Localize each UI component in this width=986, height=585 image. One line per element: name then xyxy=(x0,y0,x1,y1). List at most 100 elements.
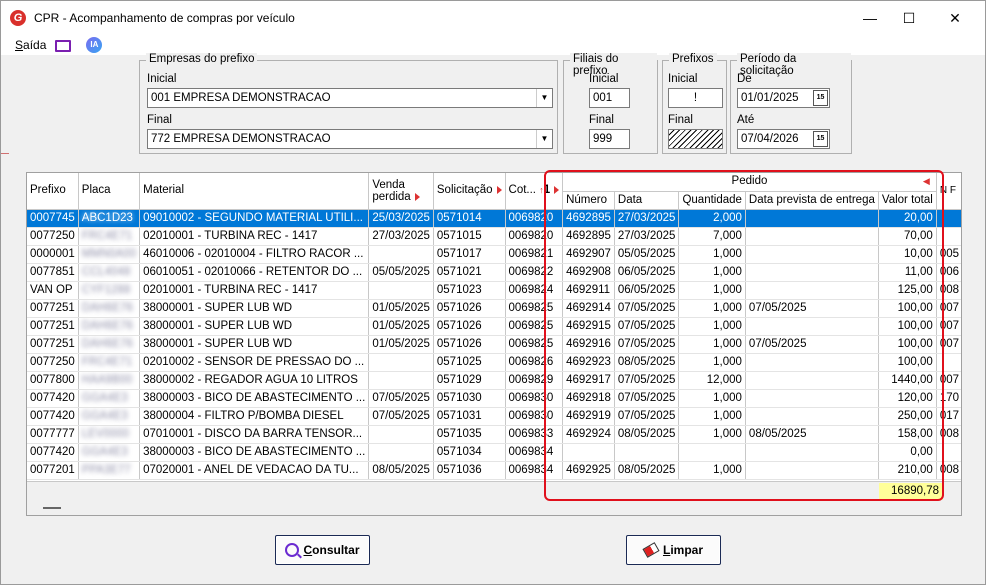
table-cell: 1,000 xyxy=(678,281,746,300)
table-row[interactable]: 0077420 GGA4E3 38000003 - BICO DE ABASTECI… xyxy=(27,389,961,408)
table-row[interactable]: 0000001 MMN0A00 46010006 - 02010004 - FILT… xyxy=(27,245,961,264)
table-row[interactable]: 0007745 ABC1D23 09010002 - SEGUNDO MATERIA… xyxy=(27,209,961,228)
table-cell: 70,00 xyxy=(878,227,937,246)
table-cell: 11,00 xyxy=(878,263,937,282)
monitor-icon[interactable] xyxy=(54,39,72,52)
col-solicitacao-label: Solicitação xyxy=(436,184,493,197)
table-cell: 01/05/2025 xyxy=(368,317,434,336)
table-cell xyxy=(936,209,961,228)
horizontal-scrollbar[interactable] xyxy=(27,501,961,515)
close-button[interactable]: ✕ xyxy=(932,1,978,35)
table-cell: 4692895 xyxy=(562,209,615,228)
table-cell: 0571026 xyxy=(433,317,506,336)
table-cell: 0571030 xyxy=(433,389,506,408)
table-cell: 0069833 xyxy=(505,425,564,444)
table-cell: 05/05/2025 xyxy=(614,245,680,264)
table-row[interactable]: 0077251 DAH6E76 38000001 - SUPER LUB WD 01/… xyxy=(27,299,961,318)
table-cell: 0571031 xyxy=(433,407,506,426)
table-cell: 4692917 xyxy=(562,371,615,390)
table-row[interactable]: 0077851 CCL4048 06010051 - 02010066 - RETE… xyxy=(27,263,961,282)
empresa-final-select[interactable]: 772 EMPRESA DEMONSTRACAO ▼ xyxy=(147,129,553,149)
col-material[interactable]: Material xyxy=(139,173,370,210)
col-data[interactable]: Data xyxy=(614,191,680,210)
table-cell xyxy=(368,281,434,300)
prefixos-group: Prefixos Inicial ! Final xyxy=(662,53,727,154)
filial-inicial-input[interactable]: 001 xyxy=(589,88,630,108)
calendar-icon[interactable]: 15 xyxy=(813,90,828,106)
table-cell: 27/03/2025 xyxy=(614,209,680,228)
table-row[interactable]: 0077420 GGA4E3 38000003 - BICO DE ABASTECI… xyxy=(27,443,961,462)
table-cell: 38000001 - SUPER LUB WD xyxy=(139,299,370,318)
filial-final-input[interactable]: 999 xyxy=(589,129,630,149)
table-cell: 0069820 xyxy=(505,227,564,246)
table-cell: DAH6E76 xyxy=(78,299,141,318)
table-cell: 38000004 - FILTRO P/BOMBA DIESEL xyxy=(139,407,370,426)
empresa-final-label: Final xyxy=(147,114,172,126)
table-cell xyxy=(745,389,879,408)
scrollbar-thumb[interactable] xyxy=(43,507,61,509)
menu-saida[interactable]: Saída xyxy=(15,38,46,52)
col-next[interactable]: N F xyxy=(936,173,961,210)
table-cell: 007 xyxy=(936,371,961,390)
table-row[interactable]: 0077251 DAH6E76 38000001 - SUPER LUB WD 01/… xyxy=(27,317,961,336)
table-cell: ABC1D23 xyxy=(78,209,141,228)
table-cell: 0069825 xyxy=(505,317,564,336)
limpar-label: Limpar xyxy=(662,543,704,557)
results-grid[interactable]: Prefixo Placa Material Venda perdida Sol… xyxy=(26,172,962,516)
table-cell: 06/05/2025 xyxy=(614,263,680,282)
table-row[interactable]: 0077250 FRC4E71 02010001 - TURBINA REC - 1… xyxy=(27,227,961,246)
table-cell: 0069834 xyxy=(505,461,564,480)
periodo-de-value: 01/01/2025 xyxy=(741,92,799,104)
periodo-ate-input[interactable]: 07/04/2026 15 xyxy=(737,129,830,149)
collapse-arrow-icon[interactable]: ◀ xyxy=(923,173,930,190)
search-icon xyxy=(285,543,300,557)
prefixo-final-input[interactable] xyxy=(668,129,723,149)
col-valor-total[interactable]: Valor total xyxy=(878,191,937,210)
table-cell: 10,00 xyxy=(878,245,937,264)
limpar-button[interactable]: Limpar xyxy=(626,535,721,565)
ia-icon[interactable]: IA xyxy=(86,37,103,53)
table-cell: 01/05/2025 xyxy=(368,299,434,318)
table-cell xyxy=(745,443,879,462)
table-cell: 08/05/2025 xyxy=(614,353,680,372)
periodo-de-input[interactable]: 01/01/2025 15 xyxy=(737,88,830,108)
table-row[interactable]: 0077800 HAA9B00 38000002 - REGADOR AGUA 10… xyxy=(27,371,961,390)
table-cell xyxy=(368,371,434,390)
col-group-pedido[interactable]: Pedido ◀ xyxy=(562,173,937,192)
col-placa[interactable]: Placa xyxy=(78,173,141,210)
col-cot[interactable]: Cot... ↑1 xyxy=(505,173,564,210)
table-cell: 25/03/2025 xyxy=(368,209,434,228)
empresa-inicial-select[interactable]: 001 EMPRESA DEMONSTRACAO ▼ xyxy=(147,88,553,108)
col-data-prevista[interactable]: Data prevista de entrega xyxy=(745,191,879,210)
empresa-final-value: 772 EMPRESA DEMONSTRACAO xyxy=(151,133,331,145)
table-row[interactable]: 0077250 FRC4E71 02010002 - SENSOR DE PRESS… xyxy=(27,353,961,372)
table-cell: 0069830 xyxy=(505,407,564,426)
table-cell: 46010006 - 02010004 - FILTRO RACOR ... xyxy=(139,245,370,264)
chevron-down-icon[interactable]: ▼ xyxy=(536,89,552,107)
table-row[interactable]: VAN OP CYF1288 02010001 - TURBINA REC - 14… xyxy=(27,281,961,300)
col-numero[interactable]: Número xyxy=(562,191,615,210)
table-cell: GGA4E3 xyxy=(78,443,141,462)
table-cell: 170 xyxy=(936,389,961,408)
table-row[interactable]: 0077420 GGA4E3 38000004 - FILTRO P/BOMBA D… xyxy=(27,407,961,426)
table-cell: 38000001 - SUPER LUB WD xyxy=(139,335,370,354)
table-row[interactable]: 0077777 LEV0000 07010001 - DISCO DA BARRA … xyxy=(27,425,961,444)
table-cell: 100,00 xyxy=(878,335,937,354)
calendar-icon[interactable]: 15 xyxy=(813,131,828,147)
chevron-down-icon[interactable]: ▼ xyxy=(536,130,552,148)
empresas-group-label: Empresas do prefixo xyxy=(146,53,258,65)
col-venda-perdida[interactable]: Venda perdida xyxy=(368,173,434,210)
table-cell xyxy=(368,443,434,462)
table-cell: 12,000 xyxy=(678,371,746,390)
maximize-button[interactable]: ☐ xyxy=(886,1,932,35)
col-prefixo[interactable]: Prefixo xyxy=(27,173,79,210)
col-quantidade[interactable]: Quantidade xyxy=(678,191,746,210)
col-solicitacao[interactable]: Solicitação xyxy=(433,173,506,210)
prefixo-inicial-input[interactable]: ! xyxy=(668,88,723,108)
table-cell: 4692908 xyxy=(562,263,615,282)
table-row[interactable]: 0077201 PPA3E77 07020001 - ANEL DE VEDACAO… xyxy=(27,461,961,480)
table-cell xyxy=(936,443,961,462)
consultar-button[interactable]: Consultar xyxy=(275,535,370,565)
table-cell: 0069826 xyxy=(505,353,564,372)
table-row[interactable]: 0077251 DAH6E76 38000001 - SUPER LUB WD 01/… xyxy=(27,335,961,354)
